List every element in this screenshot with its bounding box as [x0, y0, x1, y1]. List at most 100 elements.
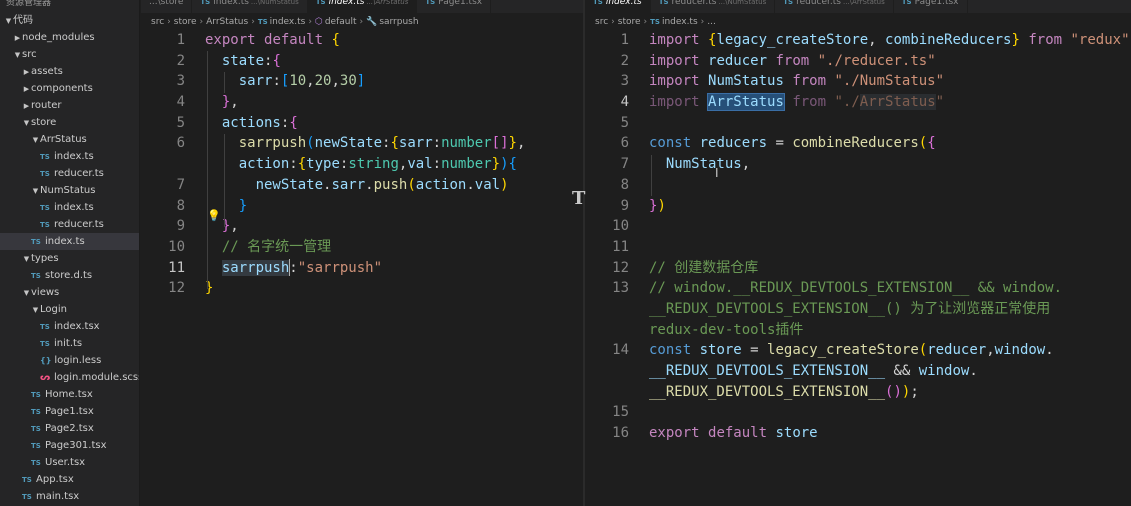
ts-file-icon: TS [40, 153, 50, 161]
tree-item[interactable]: TS Home.tsx [0, 386, 139, 403]
tree-item[interactable]: ▼ src [0, 46, 139, 63]
tree-item[interactable]: ᔕ login.module.scss [0, 369, 139, 386]
code-token: default [264, 32, 324, 48]
tree-item-label: 代码 [13, 15, 33, 26]
tree-item[interactable]: ▼ views [0, 284, 139, 301]
code-token: { [297, 156, 307, 173]
breadcrumb-item[interactable]: src [595, 17, 608, 27]
tree-item[interactable]: TS reducer.ts [0, 216, 139, 233]
tree-item[interactable]: TS index.ts [0, 199, 139, 216]
code-token: __REDUX_DEVTOOLS_EXTENSION__ [649, 383, 886, 400]
tree-item[interactable]: TS App.tsx [0, 471, 139, 488]
tree-item-label: Page301.tsx [45, 440, 107, 451]
tree-item[interactable]: ▶ assets [0, 63, 139, 80]
breadcrumb-item[interactable]: store [174, 17, 197, 27]
tree-item[interactable]: ▼ 代码 [0, 12, 139, 29]
tab-label: ...\store [149, 0, 184, 7]
tree-item[interactable]: TS index.ts [0, 148, 139, 165]
tree-item[interactable]: ▶ node_modules [0, 29, 139, 46]
breadcrumb-item[interactable]: ArrStatus [206, 17, 248, 27]
tree-item[interactable]: TS index.ts [0, 233, 139, 250]
tree-item-label: types [31, 253, 59, 264]
line-number: 6 [176, 135, 185, 152]
tree-item[interactable]: ▶ router [0, 97, 139, 114]
line-number: 8 [620, 176, 629, 193]
code-token: import [649, 52, 700, 69]
code-line: __REDUX_DEVTOOLS_EXTENSION__ && window. [585, 361, 1131, 382]
breadcrumb-item[interactable]: ... [707, 17, 716, 27]
code-token: } [1011, 32, 1020, 48]
tab-label: Page1.tsx [438, 0, 483, 7]
code-token: ) [657, 197, 666, 214]
chevron-right-icon: ▶ [23, 68, 30, 76]
tree-item[interactable]: ▶ components [0, 80, 139, 97]
editor-tab[interactable]: TS index.ts ...\NumStatus [192, 0, 308, 13]
code-token: = [767, 135, 793, 152]
chevron-right-icon: ▶ [23, 85, 30, 93]
tsx-file-icon: TS [22, 476, 32, 484]
breadcrumb-separator-icon: › [611, 17, 615, 27]
code-line: 7 NumStatus, [585, 154, 1131, 175]
tree-item[interactable]: TS store.d.ts [0, 267, 139, 284]
tsx-file-icon: TS [31, 391, 41, 399]
code-line: 9}) [585, 196, 1131, 217]
code-token: . [365, 176, 374, 193]
tsx-file-icon: TS [31, 408, 41, 416]
breadcrumb-item[interactable]: sarrpush [379, 17, 418, 27]
code-token: // 创建数据仓库 [649, 259, 759, 276]
code-editor-right[interactable]: 1 import {legacy_createStore, combineRedu… [585, 30, 1131, 444]
ts-file-icon: TS [40, 221, 50, 229]
editor-tab[interactable]: TS Page1.tsx [417, 0, 492, 13]
code-token: ] [356, 73, 366, 90]
tree-item[interactable]: ▼ NumStatus [0, 182, 139, 199]
tree-item[interactable]: ▼ Login [0, 301, 139, 318]
code-line: 12 // 创建数据仓库 [585, 258, 1131, 279]
lightbulb-icon[interactable]: 💡 [207, 209, 221, 222]
tree-item[interactable]: TS reducer.ts [0, 165, 139, 182]
code-line: __REDUX_DEVTOOLS_EXTENSION__()); [585, 382, 1131, 403]
breadcrumb-item[interactable]: store [618, 17, 641, 27]
code-token: state [221, 52, 265, 69]
breadcrumb-item[interactable]: default [325, 17, 357, 27]
line-number: 10 [612, 218, 629, 235]
tsx-file-icon: TS [31, 459, 41, 467]
ts-file-icon: TS [315, 0, 326, 6]
tab-label: Page1.tsx [914, 0, 959, 7]
line-number: 2 [176, 52, 185, 69]
editor-tab[interactable]: TS index.ts ...\ArrStatus [307, 0, 418, 13]
editor-tab[interactable]: TS index.ts [585, 0, 651, 13]
tree-item-label: Login [40, 304, 67, 315]
editor-tab[interactable]: ...\store [141, 0, 193, 13]
tree-item[interactable]: TS Page301.tsx [0, 437, 139, 454]
code-token: window [918, 363, 970, 379]
tree-item[interactable]: ▼ types [0, 250, 139, 267]
tree-item[interactable]: TS init.ts [0, 335, 139, 352]
editor-group-left: ...\store TS index.ts ...\NumStatus TS index.… [141, 0, 583, 506]
tree-item[interactable]: TS main.tsx [0, 488, 139, 505]
breadcrumb-item[interactable]: src [151, 17, 164, 27]
ts-file-icon: TS [425, 0, 436, 6]
tree-item[interactable]: TS User.tsx [0, 454, 139, 471]
tree-item[interactable]: TS Page1.tsx [0, 403, 139, 420]
code-token: , [331, 73, 340, 90]
tsx-file-icon: TS [22, 493, 32, 501]
ts-file-icon: TS [40, 340, 50, 348]
breadcrumb-item[interactable]: index.ts [270, 17, 306, 27]
tree-item[interactable]: TS index.tsx [0, 318, 139, 335]
chevron-down-icon: ▼ [32, 187, 39, 195]
tree-item-label: App.tsx [36, 474, 74, 485]
editor-tab[interactable]: TS Page1.tsx [894, 0, 968, 13]
tree-item[interactable]: TS Page2.tsx [0, 420, 139, 437]
tree-item[interactable]: ▼ ArrStatus [0, 131, 139, 148]
ts-file-icon: TS [658, 0, 669, 6]
tree-item[interactable]: {} login.less [0, 352, 139, 369]
editor-tab[interactable]: TS reducer.ts ...\ArrStatus [775, 0, 894, 13]
breadcrumb-item[interactable]: index.ts [662, 17, 698, 27]
code-token: newState [314, 135, 383, 152]
tree-item[interactable]: ▼ store [0, 114, 139, 131]
editor-tab[interactable]: TS reducer.ts ...\NumStatus [651, 0, 776, 13]
chevron-down-icon: ▼ [5, 17, 12, 25]
